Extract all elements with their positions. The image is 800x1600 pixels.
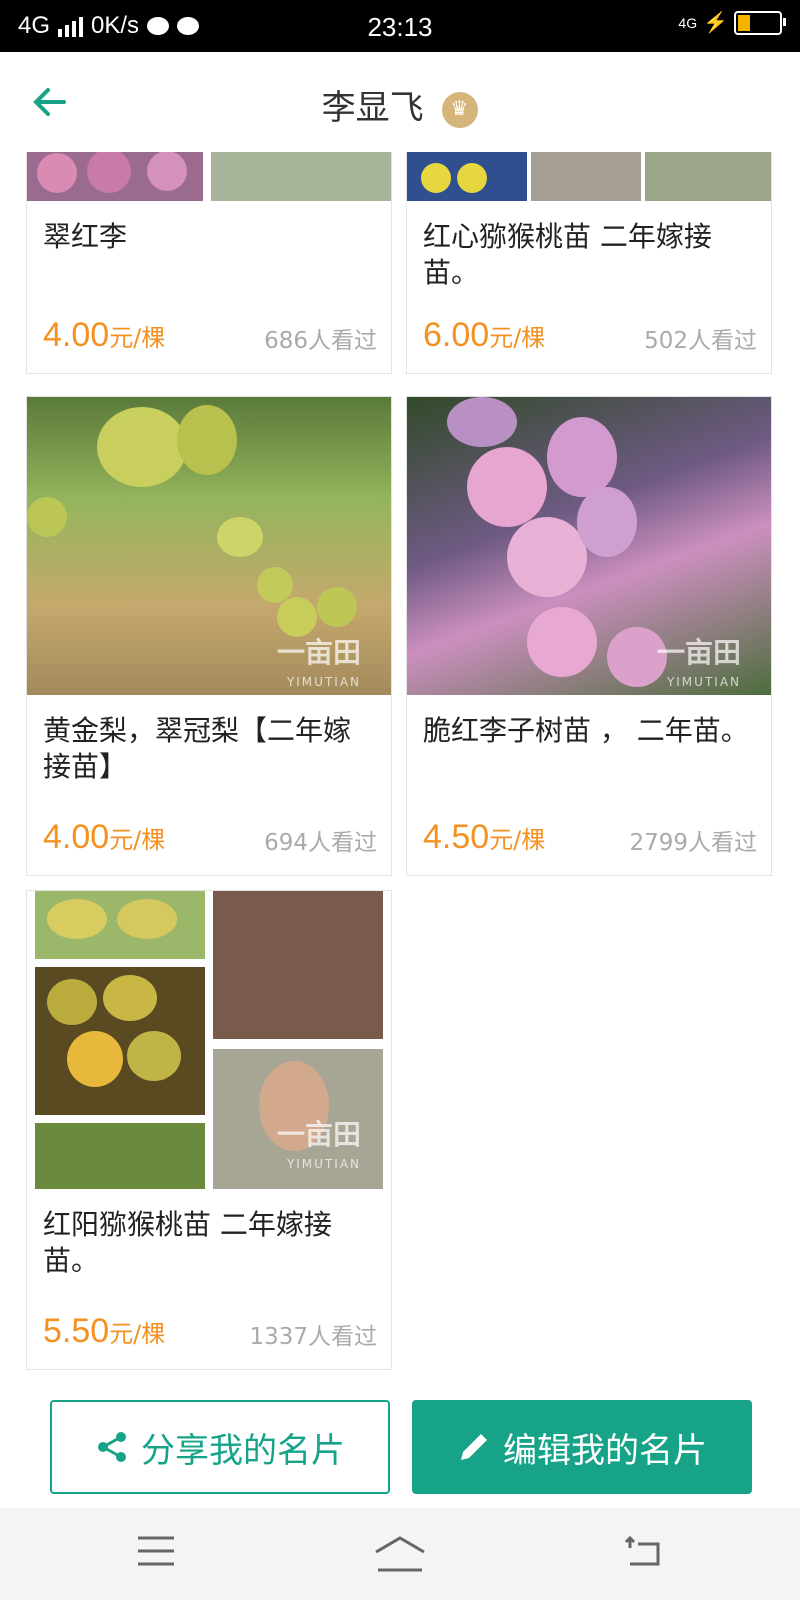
share-icon [98, 1432, 126, 1462]
product-grid: 翠红李 4.00元/棵 686人看过 红心猕猴桃苗 二年嫁接苗。 6.00元/棵… [0, 152, 800, 1400]
product-card[interactable]: 红心猕猴桃苗 二年嫁接苗。 6.00元/棵 502人看过 [406, 152, 772, 374]
product-name: 红心猕猴桃苗 二年嫁接苗。 [423, 220, 712, 289]
product-card[interactable]: 翠红李 4.00元/棵 686人看过 [26, 152, 392, 374]
view-count: 1337人看过 [249, 1324, 377, 1350]
menu-icon[interactable] [136, 1534, 186, 1574]
system-nav-bar [0, 1508, 800, 1600]
edit-card-label: 编辑我的名片 [503, 1430, 707, 1471]
product-price: 4.50元/棵 [423, 818, 546, 856]
battery-icon [734, 10, 786, 35]
action-bar: 分享我的名片 编辑我的名片 [0, 1400, 800, 1508]
product-price: 4.00元/棵 [43, 316, 166, 354]
network-type-right: 4G [678, 14, 698, 31]
product-price: 6.00元/棵 [423, 316, 546, 354]
watermark-latin: YIMUTIAN [286, 1157, 361, 1171]
watermark: 一亩田 [276, 636, 361, 669]
edit-card-button[interactable]: 编辑我的名片 [412, 1400, 752, 1494]
product-price: 4.00元/棵 [43, 818, 166, 856]
crown-icon [442, 91, 479, 128]
product-image: 一亩田 YIMUTIAN [27, 891, 391, 1189]
charging-icon: ⚡ [703, 12, 728, 34]
product-name: 黄金梨，翠冠梨【二年嫁接苗】 [43, 714, 352, 783]
product-image [27, 152, 391, 201]
product-card[interactable]: 一亩田 YIMUTIAN 脆红李子树苗 ， 二年苗。 4.50元/棵 2799人… [406, 396, 772, 876]
product-card[interactable]: 一亩田 YIMUTIAN 黄金梨，翠冠梨【二年嫁接苗】 4.00元/棵 694人… [26, 396, 392, 876]
watermark: 一亩田 [276, 1118, 361, 1151]
share-card-label: 分享我的名片 [141, 1430, 345, 1471]
page-title: 李显飞 [321, 88, 424, 128]
pencil-icon [461, 1434, 487, 1460]
view-count: 502人看过 [644, 328, 757, 354]
product-name: 翠红李 [43, 220, 128, 253]
share-card-button[interactable]: 分享我的名片 [50, 1400, 390, 1494]
app-header: 李显飞 [0, 52, 800, 152]
watermark: 一亩田 [656, 636, 741, 669]
view-count: 2799人看过 [629, 830, 757, 856]
back-icon[interactable] [622, 1534, 672, 1574]
product-image [407, 152, 771, 201]
product-price: 5.50元/棵 [43, 1312, 166, 1350]
product-name: 红阳猕猴桃苗 二年嫁接苗。 [43, 1208, 332, 1277]
view-count: 694人看过 [264, 830, 377, 856]
product-image: 一亩田 YIMUTIAN [407, 397, 771, 695]
home-icon[interactable] [372, 1534, 428, 1574]
product-image: 一亩田 YIMUTIAN [27, 397, 391, 695]
watermark-latin: YIMUTIAN [666, 675, 741, 689]
watermark-latin: YIMUTIAN [286, 675, 361, 689]
status-bar: 4G 0K/s 23:13 4G ⚡ [0, 0, 800, 52]
product-card[interactable]: 一亩田 YIMUTIAN 红阳猕猴桃苗 二年嫁接苗。 5.50元/棵 1337人… [26, 890, 392, 1370]
view-count: 686人看过 [264, 328, 377, 354]
product-name: 脆红李子树苗 ， 二年苗。 [423, 714, 749, 747]
